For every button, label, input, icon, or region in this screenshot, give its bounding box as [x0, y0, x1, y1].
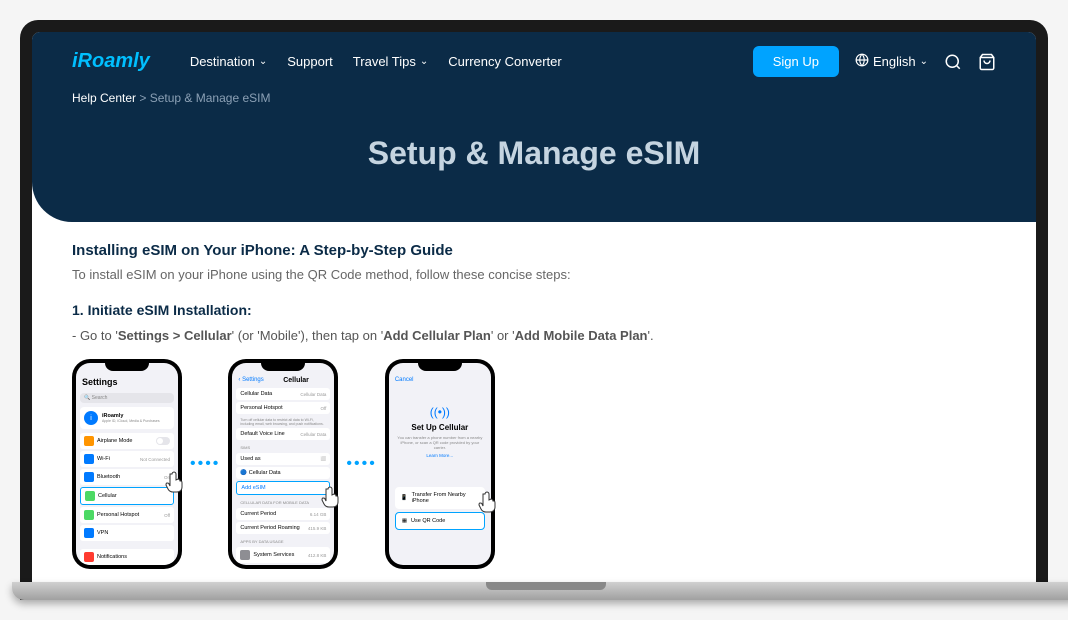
chevron-down-icon: ⌄ — [920, 56, 928, 67]
cart-icon[interactable] — [978, 53, 996, 71]
step-title: 1. Initiate eSIM Installation: — [72, 302, 996, 318]
chevron-down-icon: ⌄ — [259, 56, 267, 67]
chevron-down-icon: ⌄ — [420, 56, 428, 67]
antenna-icon: ((•)) — [397, 405, 483, 419]
globe-icon — [855, 53, 869, 70]
pointer-hand-icon — [318, 485, 342, 509]
step-connector-dots: •••• — [190, 455, 220, 473]
signup-button[interactable]: Sign Up — [753, 46, 839, 77]
section-desc: To install eSIM on your iPhone using the… — [72, 267, 996, 282]
page-title: Setup & Manage eSIM — [32, 115, 1036, 192]
nav-travel-tips[interactable]: Travel Tips ⌄ — [353, 54, 428, 69]
phone-mockup-setup: Cancel ((•)) Set Up Cellular You can tra… — [385, 359, 495, 569]
section-title: Installing eSIM on Your iPhone: A Step-b… — [72, 242, 996, 259]
step-connector-dots: •••• — [346, 455, 376, 473]
brand-logo[interactable]: iRoamly — [72, 50, 150, 73]
step-instruction: - Go to 'Settings > Cellular' (or 'Mobil… — [72, 328, 996, 343]
breadcrumb-current: Setup & Manage eSIM — [150, 91, 271, 105]
pointer-hand-icon — [475, 490, 499, 514]
nav-support[interactable]: Support — [287, 54, 333, 69]
nav-destination[interactable]: Destination ⌄ — [190, 54, 267, 69]
phone-mockup-cellular: ‹ SettingsCellular Cellular DataCellular… — [228, 359, 338, 569]
pointer-hand-icon — [162, 470, 186, 494]
breadcrumb: Help Center > Setup & Manage eSIM — [32, 91, 1036, 115]
phone-mockup-settings: Settings 🔍 Search i iRoamly Apple ID, iC… — [72, 359, 182, 569]
language-selector[interactable]: English ⌄ — [855, 53, 928, 70]
search-icon[interactable] — [944, 53, 962, 71]
breadcrumb-help-center[interactable]: Help Center — [72, 91, 136, 105]
nav-currency-converter[interactable]: Currency Converter — [448, 54, 561, 69]
